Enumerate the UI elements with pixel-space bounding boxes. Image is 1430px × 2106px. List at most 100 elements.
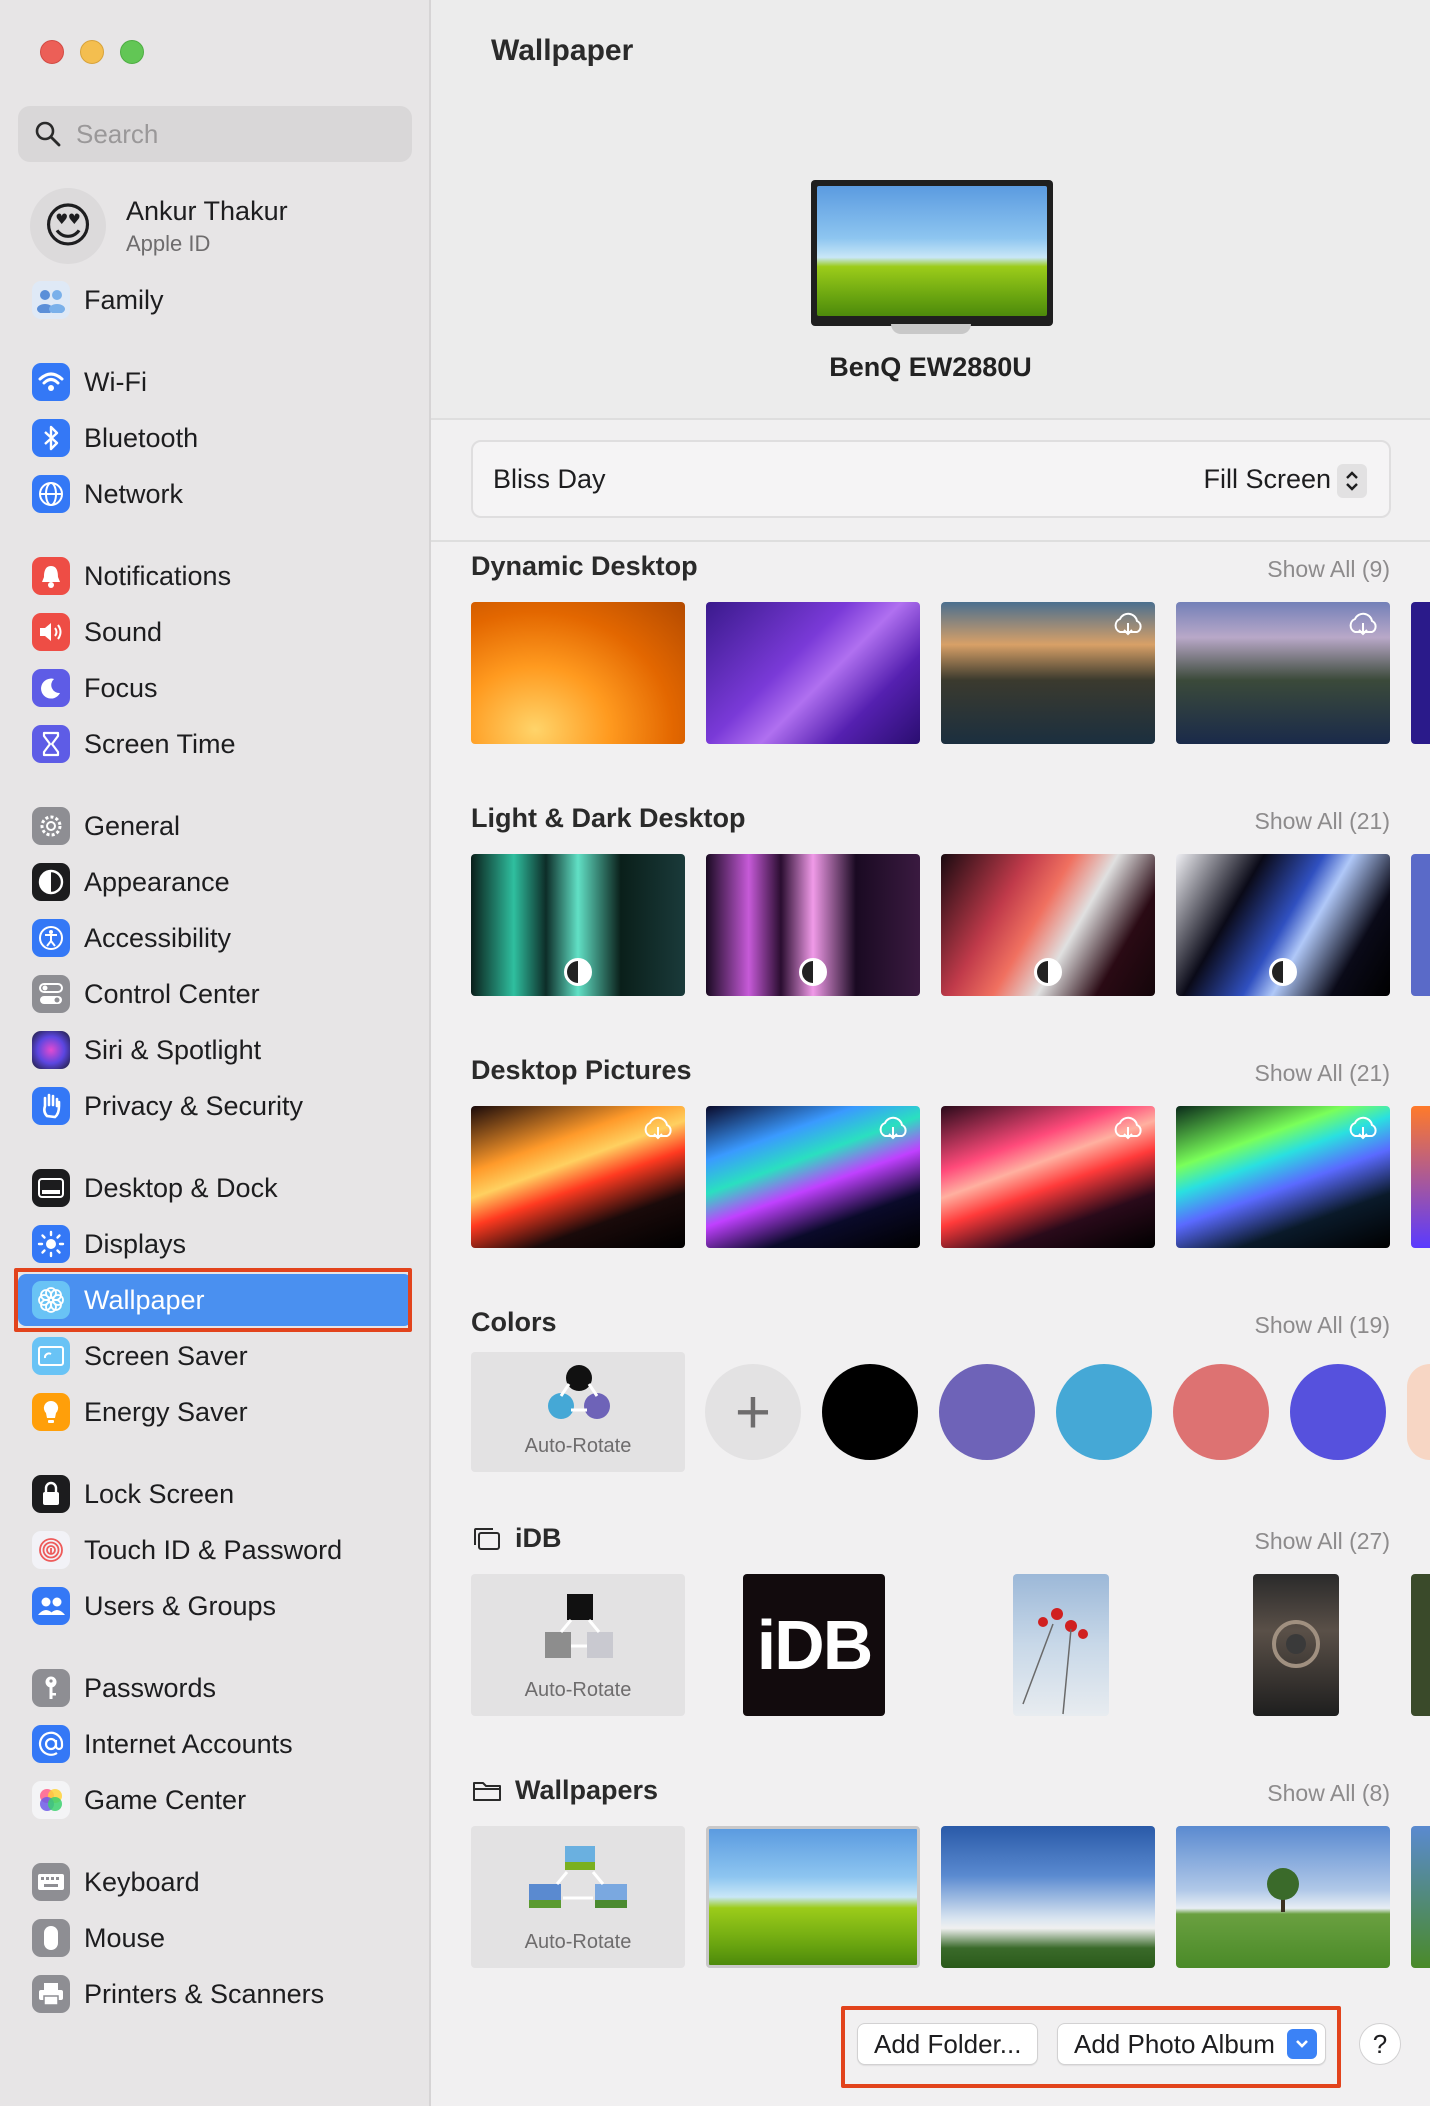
cloud-download-icon xyxy=(1114,1116,1142,1140)
gamecenter-icon xyxy=(32,1781,70,1819)
toggles-icon xyxy=(32,975,70,1013)
sidebar-item-energy-saver[interactable]: Energy Saver xyxy=(18,1386,412,1438)
sidebar-item-touch-id[interactable]: Touch ID & Password xyxy=(18,1524,412,1576)
wallpaper-thumbnail[interactable] xyxy=(471,1106,685,1248)
show-all-button[interactable]: Show All (27) xyxy=(1254,1528,1390,1555)
sidebar-item-screen-saver[interactable]: Screen Saver xyxy=(18,1330,412,1382)
sidebar-item-label: Game Center xyxy=(84,1784,247,1815)
sidebar-item-game-center[interactable]: Game Center xyxy=(18,1774,412,1826)
light-dark-icon xyxy=(1269,958,1297,986)
section-title: Desktop Pictures xyxy=(471,1055,692,1085)
sidebar-item-passwords[interactable]: Passwords xyxy=(18,1662,412,1714)
sidebar-item-control-center[interactable]: Control Center xyxy=(18,968,412,1020)
wallpaper-thumbnail-selected[interactable] xyxy=(706,1826,920,1968)
minimize-button[interactable] xyxy=(80,40,104,64)
sidebar-item-label: Displays xyxy=(84,1228,187,1259)
apple-id-profile[interactable]: 😍 Ankur Thakur Apple ID xyxy=(30,188,288,264)
sidebar-item-keyboard[interactable]: Keyboard xyxy=(18,1856,412,1908)
help-button[interactable]: ? xyxy=(1359,2023,1401,2065)
hand-icon xyxy=(32,1087,70,1125)
wallpaper-thumbnail[interactable] xyxy=(941,1106,1155,1248)
wallpaper-thumbnail[interactable] xyxy=(1176,1826,1390,1968)
wallpaper-thumbnail[interactable] xyxy=(1411,1574,1430,1716)
sidebar-item-general[interactable]: General xyxy=(18,800,412,852)
sidebar-item-accessibility[interactable]: Accessibility xyxy=(18,912,412,964)
wallpaper-thumbnail[interactable] xyxy=(1253,1574,1339,1716)
auto-rotate-colors[interactable]: Auto-Rotate xyxy=(471,1352,685,1472)
wallpaper-thumbnail[interactable] xyxy=(706,1106,920,1248)
sidebar-item-network[interactable]: Network xyxy=(18,468,412,520)
sidebar-item-siri-spotlight[interactable]: Siri & Spotlight xyxy=(18,1024,412,1076)
sidebar-item-appearance[interactable]: Appearance xyxy=(18,856,412,908)
wallpaper-thumbnail[interactable] xyxy=(471,854,685,996)
sidebar-item-sound[interactable]: Sound xyxy=(18,606,412,658)
bulb-icon xyxy=(32,1393,70,1431)
wallpaper-thumbnail[interactable] xyxy=(706,854,920,996)
wallpaper-thumbnail[interactable] xyxy=(941,854,1155,996)
auto-rotate-wallpapers[interactable]: Auto-Rotate xyxy=(471,1826,685,1968)
sidebar-item-bluetooth[interactable]: Bluetooth xyxy=(18,412,412,464)
wallpaper-thumbnail[interactable] xyxy=(1176,854,1390,996)
zoom-button[interactable] xyxy=(120,40,144,64)
sidebar-item-screen-time[interactable]: Screen Time xyxy=(18,718,412,770)
sidebar-item-label: Network xyxy=(84,478,184,509)
color-swatch[interactable] xyxy=(822,1364,918,1460)
sidebar-item-users-groups[interactable]: Users & Groups xyxy=(18,1580,412,1632)
add-photo-album-button[interactable]: Add Photo Album xyxy=(1057,2023,1326,2065)
sidebar-item-internet-accounts[interactable]: Internet Accounts xyxy=(18,1718,412,1770)
sidebar-item-mouse[interactable]: Mouse xyxy=(18,1912,412,1964)
search-field[interactable]: Search xyxy=(18,106,412,162)
chevron-down-icon[interactable] xyxy=(1286,2029,1317,2059)
wallpaper-thumbnail[interactable] xyxy=(941,602,1155,744)
section-title-idb: iDB xyxy=(471,1523,562,1554)
close-button[interactable] xyxy=(40,40,64,64)
sidebar-item-wallpaper[interactable]: Wallpaper xyxy=(18,1274,412,1326)
color-swatch[interactable] xyxy=(939,1364,1035,1460)
show-all-button[interactable]: Show All (8) xyxy=(1267,1780,1390,1807)
wallpaper-thumbnail[interactable] xyxy=(1411,602,1430,744)
album-stack-icon xyxy=(474,1527,500,1550)
sidebar-item-label: Desktop & Dock xyxy=(84,1172,278,1203)
color-swatch[interactable] xyxy=(1407,1364,1430,1460)
wallpaper-thumbnail[interactable] xyxy=(706,602,920,744)
fit-mode-value[interactable]: Fill Screen xyxy=(1203,464,1331,495)
wallpaper-thumbnail[interactable] xyxy=(471,602,685,744)
fit-mode-popup[interactable] xyxy=(1337,464,1367,498)
color-swatch[interactable] xyxy=(1173,1364,1269,1460)
wallpaper-thumbnail[interactable] xyxy=(1176,1106,1390,1248)
sidebar-item-family[interactable]: Family xyxy=(18,274,412,326)
sidebar-item-notifications[interactable]: Notifications xyxy=(18,550,412,602)
add-color-button[interactable]: + xyxy=(705,1364,801,1460)
add-folder-button[interactable]: Add Folder... xyxy=(857,2023,1039,2065)
sidebar-item-wifi[interactable]: Wi-Fi xyxy=(18,356,412,408)
sidebar-item-label: General xyxy=(84,810,181,841)
show-all-button[interactable]: Show All (21) xyxy=(1254,808,1390,835)
sidebar-item-lock-screen[interactable]: Lock Screen xyxy=(18,1468,412,1520)
show-all-button[interactable]: Show All (21) xyxy=(1254,1060,1390,1087)
gear-icon xyxy=(32,807,70,845)
wallpaper-thumbnail[interactable] xyxy=(1176,602,1390,744)
wallpaper-thumbnail-idb-logo[interactable]: iDB xyxy=(743,1574,885,1716)
sidebar-item-label: Wallpaper xyxy=(84,1284,205,1315)
sidebar-item-displays[interactable]: Displays xyxy=(18,1218,412,1270)
add-photo-album-label: Add Photo Album xyxy=(1074,2028,1275,2059)
color-swatch[interactable] xyxy=(1290,1364,1386,1460)
wallpaper-thumbnail[interactable] xyxy=(1411,1106,1430,1248)
sidebar-item-printers-scanners[interactable]: Printers & Scanners xyxy=(18,1968,412,2020)
sidebar-item-privacy-security[interactable]: Privacy & Security xyxy=(18,1080,412,1132)
auto-rotate-icon xyxy=(529,1846,627,1908)
sidebar-item-desktop-dock[interactable]: Desktop & Dock xyxy=(18,1162,412,1214)
show-all-button[interactable]: Show All (19) xyxy=(1254,1312,1390,1339)
wallpaper-thumbnail[interactable] xyxy=(941,1826,1155,1968)
accessibility-icon xyxy=(32,919,70,957)
keyboard-icon xyxy=(32,1863,70,1901)
wallpaper-thumbnail[interactable] xyxy=(1013,1574,1109,1716)
display-preview[interactable] xyxy=(811,180,1053,334)
wallpaper-thumbnail[interactable] xyxy=(1411,1826,1430,1968)
auto-rotate-idb[interactable]: Auto-Rotate xyxy=(471,1574,685,1716)
auto-rotate-icon xyxy=(545,1594,613,1658)
color-swatch[interactable] xyxy=(1056,1364,1152,1460)
wallpaper-thumbnail[interactable] xyxy=(1411,854,1430,996)
show-all-button[interactable]: Show All (9) xyxy=(1267,556,1390,583)
sidebar-item-focus[interactable]: Focus xyxy=(18,662,412,714)
